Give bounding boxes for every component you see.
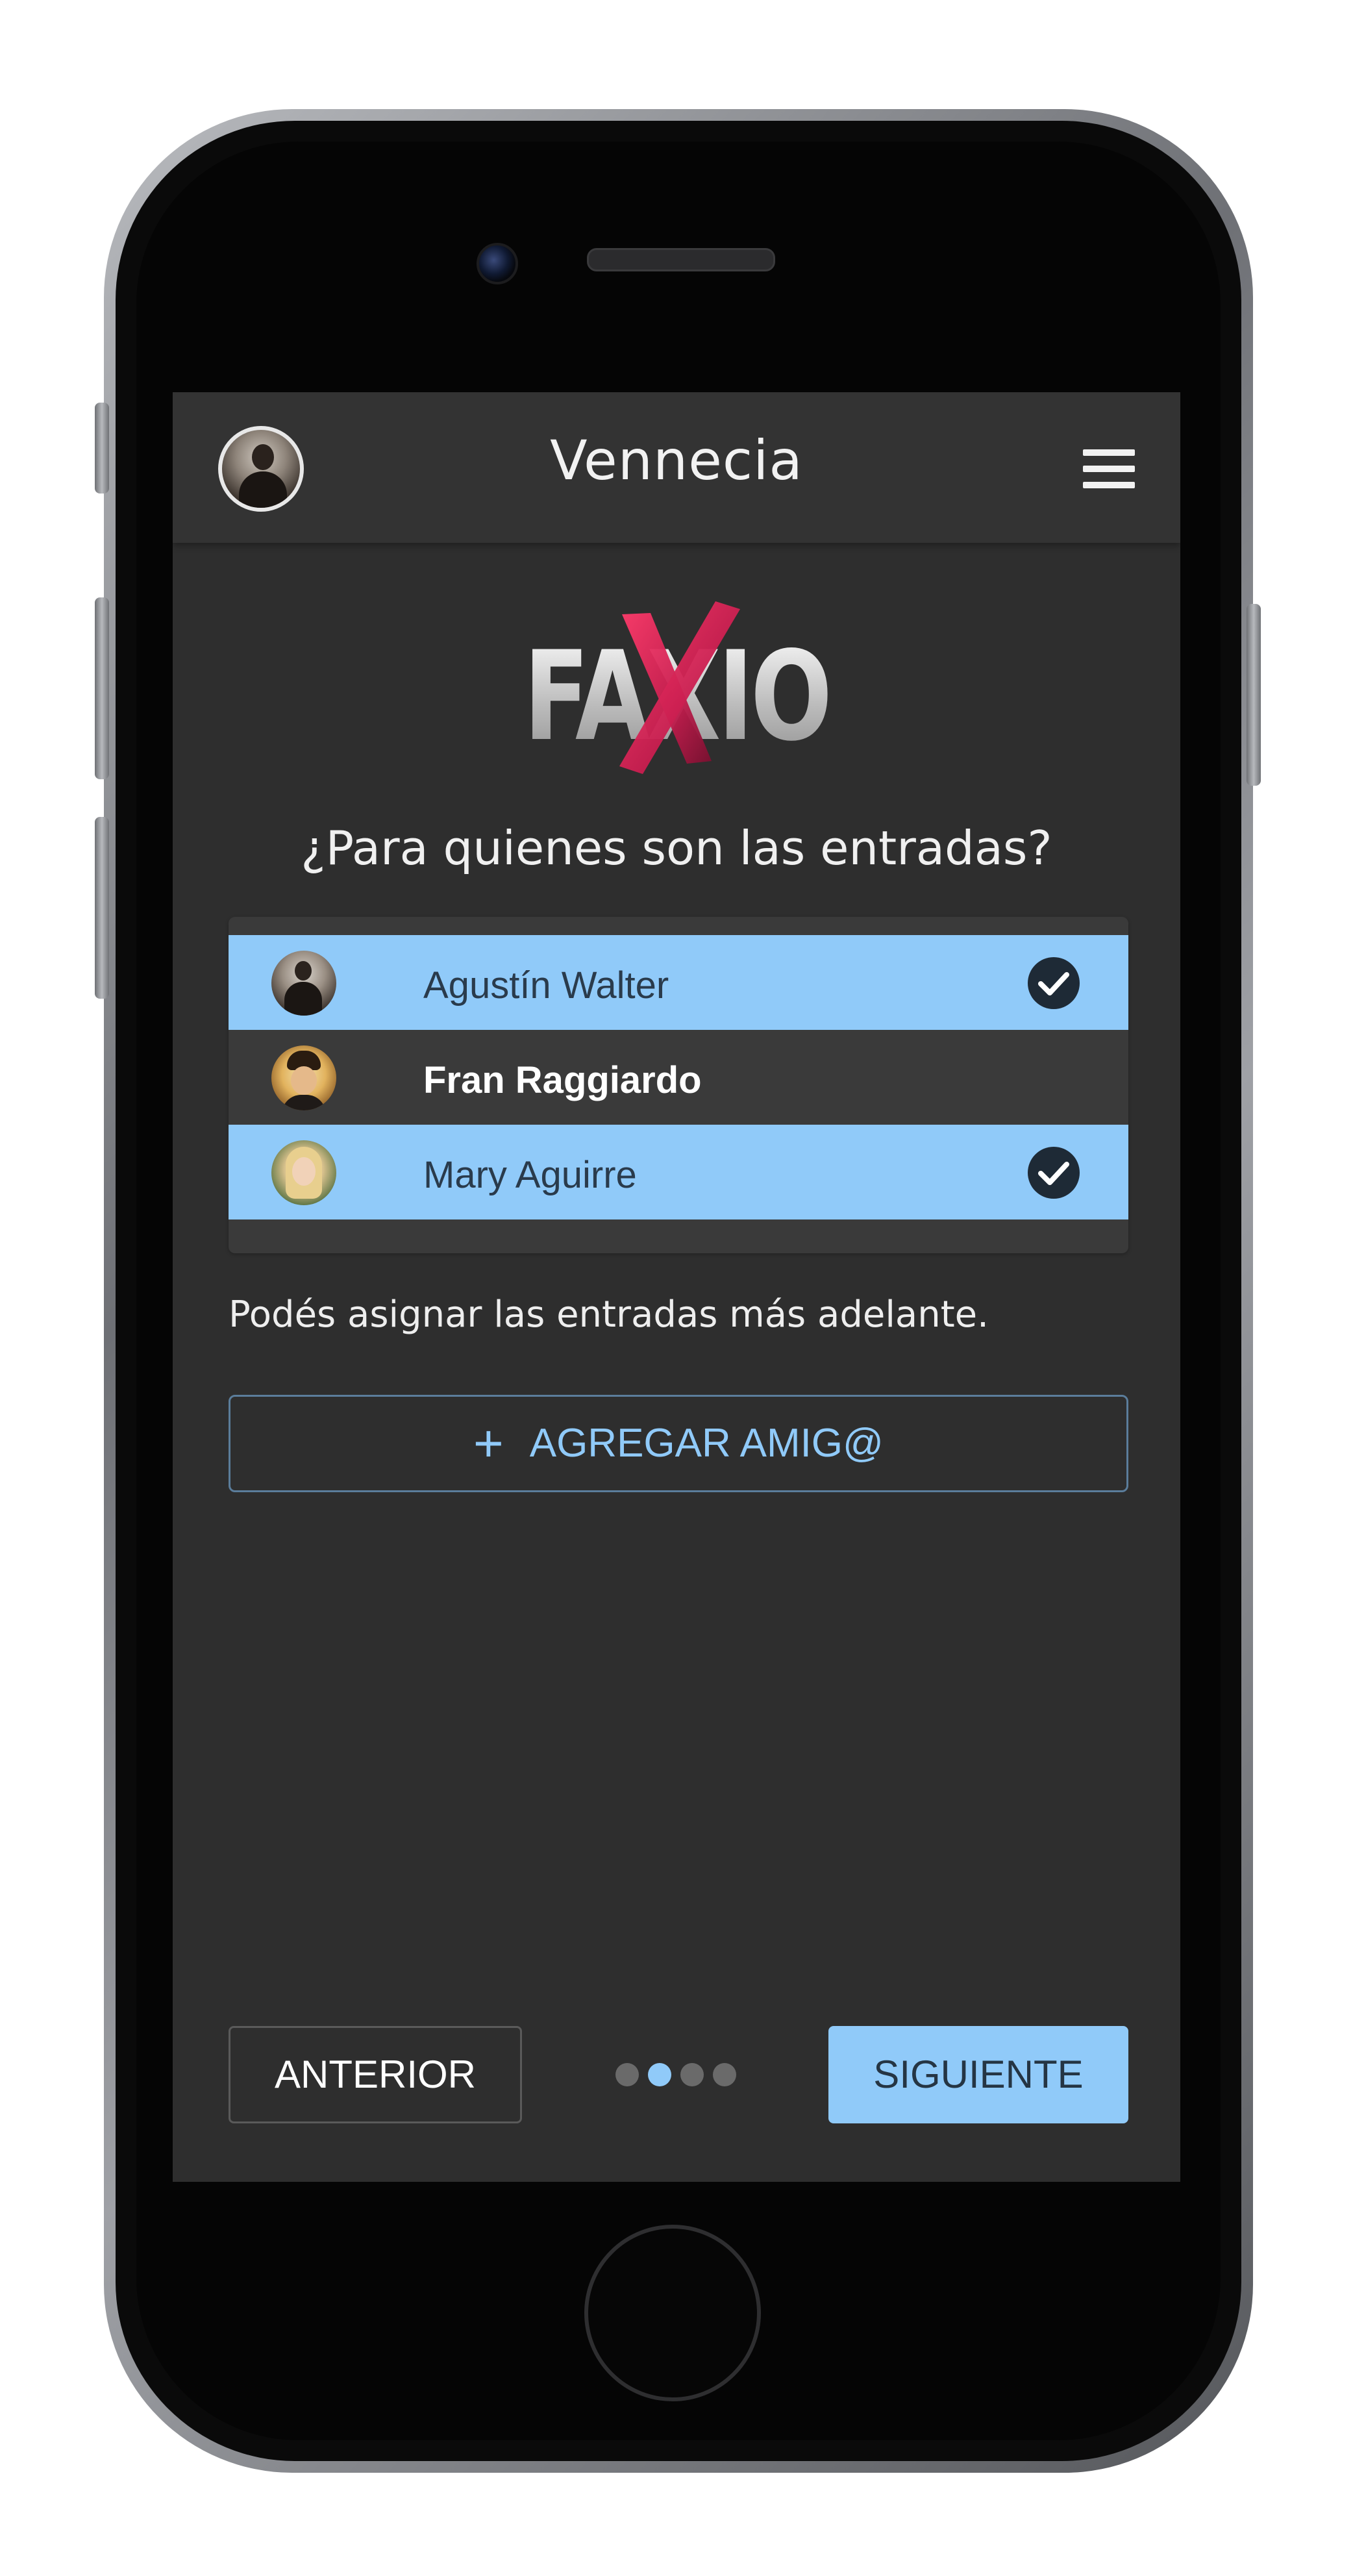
hamburger-menu-icon[interactable] bbox=[1083, 449, 1135, 488]
event-logo: FAXION bbox=[480, 594, 910, 788]
phone-power-button bbox=[1247, 604, 1261, 786]
step-indicator bbox=[615, 2063, 739, 2089]
step-dot bbox=[713, 2063, 736, 2086]
step-dot bbox=[680, 2063, 704, 2086]
friend-avatar bbox=[271, 1045, 336, 1110]
friend-name: Mary Aguirre bbox=[423, 1154, 637, 1196]
add-friend-button[interactable]: + AGREGAR AMIG@ bbox=[229, 1395, 1128, 1492]
friend-name: Agustín Walter bbox=[423, 964, 669, 1007]
friend-list: Agustín Walter Fran Raggiardo Mary Aguir… bbox=[229, 917, 1128, 1253]
app-screen: Vennecia FAXION ¿Para quienes son las en… bbox=[173, 392, 1180, 2182]
question-heading: ¿Para quienes son las entradas? bbox=[301, 821, 1052, 875]
front-camera bbox=[477, 243, 518, 284]
helper-text: Podés asignar las entradas más adelante. bbox=[229, 1294, 989, 1336]
friend-row-mary[interactable]: Mary Aguirre bbox=[229, 1125, 1128, 1219]
friend-row-agustin[interactable]: Agustín Walter bbox=[229, 935, 1128, 1030]
check-circle-icon bbox=[1028, 957, 1080, 1009]
friend-row-fran[interactable]: Fran Raggiardo bbox=[229, 1030, 1128, 1125]
plus-icon: + bbox=[473, 1414, 504, 1472]
app-bar: Vennecia bbox=[173, 392, 1180, 543]
add-friend-label: AGREGAR AMIG@ bbox=[529, 1421, 884, 1466]
phone-volume-down bbox=[95, 817, 109, 999]
app-title: Vennecia bbox=[550, 429, 803, 492]
friend-name: Fran Raggiardo bbox=[423, 1059, 702, 1101]
step-dot-active bbox=[648, 2063, 671, 2086]
logo-x-mark-icon bbox=[619, 601, 740, 774]
earpiece-speaker bbox=[587, 248, 775, 271]
friend-avatar bbox=[271, 951, 336, 1016]
friend-avatar bbox=[271, 1140, 336, 1205]
phone-volume-up bbox=[95, 597, 109, 779]
phone-mute-switch bbox=[95, 403, 109, 494]
check-circle-icon bbox=[1028, 1147, 1080, 1199]
next-button[interactable]: SIGUIENTE bbox=[828, 2026, 1128, 2123]
home-button[interactable] bbox=[584, 2225, 761, 2401]
device-mockup: Vennecia FAXION ¿Para quienes son las en… bbox=[0, 0, 1353, 2576]
previous-button[interactable]: ANTERIOR bbox=[229, 2026, 522, 2123]
step-dot bbox=[615, 2063, 639, 2086]
